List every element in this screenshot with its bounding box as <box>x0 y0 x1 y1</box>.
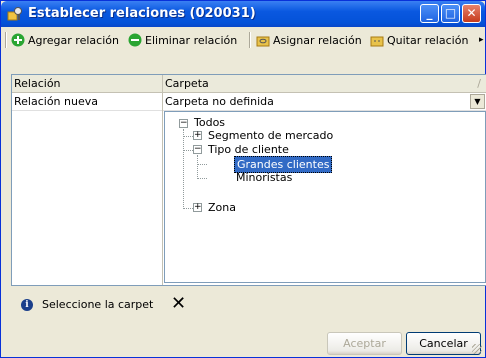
grid-header: Relación Carpeta / <box>12 75 486 93</box>
resize-grip[interactable] <box>472 344 482 354</box>
folder-select-value: Carpeta no definida <box>165 95 274 108</box>
assign-relation-button[interactable]: Asignar relación <box>256 30 362 50</box>
assign-relation-label: Asignar relación <box>273 33 362 47</box>
chevron-down-icon[interactable]: ▼ <box>470 94 485 109</box>
close-button[interactable]: ✕ <box>462 4 481 23</box>
add-relation-button[interactable]: Agregar relación <box>11 30 119 50</box>
maximize-button[interactable]: □ <box>441 4 460 23</box>
tree-node-zone[interactable]: Zona <box>208 200 236 215</box>
column-header-relation[interactable]: Relación <box>12 75 163 92</box>
window-title: Establecer relaciones (020031) <box>28 6 256 21</box>
toolbar-separator <box>249 32 251 48</box>
unlink-folder-icon <box>370 36 384 47</box>
plus-circle-icon <box>11 33 25 47</box>
remove-relation-label: Eliminar relación <box>145 33 238 47</box>
remove-relation-button[interactable]: Eliminar relación <box>128 30 237 50</box>
title-bar[interactable]: Establecer relaciones (020031) _ □ ✕ <box>1 1 485 27</box>
toolbar: Agregar relación Eliminar relación Asign… <box>5 28 485 52</box>
cancel-button[interactable]: Cancelar <box>406 332 481 355</box>
tree-node-segment[interactable]: Segmento de mercado <box>208 128 333 143</box>
relation-cell[interactable]: Relación nueva <box>12 93 162 110</box>
collapse-icon[interactable]: − <box>179 119 188 128</box>
tree-node-client-type[interactable]: Tipo de cliente <box>208 142 289 157</box>
dialog-window: Establecer relaciones (020031) _ □ ✕ Agr… <box>0 0 486 358</box>
collapse-icon[interactable]: − <box>193 145 202 154</box>
status-bar: i Seleccione la carpet ✕ <box>11 291 486 329</box>
tree-node-retailers[interactable]: Minoristas <box>236 170 292 185</box>
expand-icon[interactable]: + <box>193 203 202 212</box>
relations-app-icon <box>7 7 22 21</box>
toolbar-overflow-icon[interactable]: ▸ <box>479 30 484 50</box>
folder-cell[interactable]: Carpeta no definida ▼ <box>163 93 486 110</box>
table-row[interactable]: Relación nueva Carpeta no definida ▼ <box>12 93 486 111</box>
status-message: Seleccione la carpet <box>42 298 154 311</box>
relations-grid: Relación Carpeta / Relación nueva Carpet… <box>11 74 486 286</box>
expand-icon[interactable]: + <box>193 131 202 140</box>
link-folder-icon <box>256 36 270 47</box>
remove-assignment-label: Quitar relación <box>387 33 469 47</box>
sort-indicator: / <box>477 77 481 90</box>
remove-assignment-button[interactable]: Quitar relación <box>370 30 468 50</box>
folder-tree[interactable]: − Todos + Segmento de mercado − Tipo de … <box>164 111 486 283</box>
info-icon: i <box>21 299 33 311</box>
column-header-folder[interactable]: Carpeta <box>163 75 486 92</box>
toolbar-grip <box>5 32 7 48</box>
minimize-button[interactable]: _ <box>420 4 439 23</box>
add-relation-label: Agregar relación <box>28 33 119 47</box>
column-divider <box>162 92 163 285</box>
accept-button[interactable]: Aceptar <box>327 332 402 355</box>
close-icon[interactable]: ✕ <box>171 293 186 314</box>
minus-circle-icon <box>128 33 142 47</box>
